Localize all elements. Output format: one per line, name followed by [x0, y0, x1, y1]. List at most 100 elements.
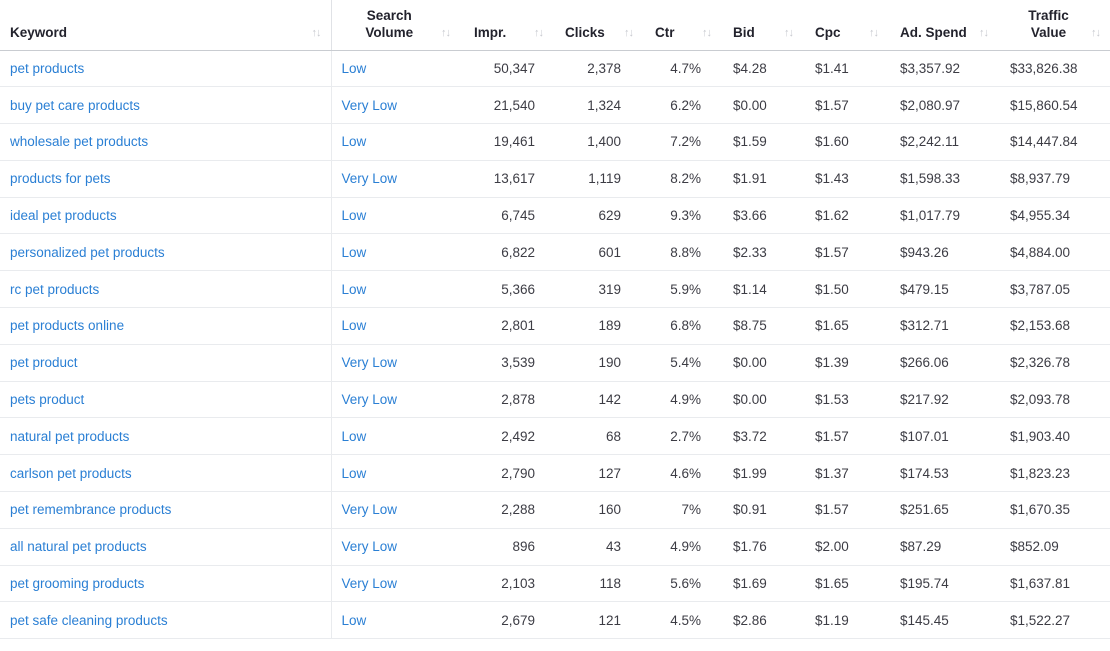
cell-search-volume-text[interactable]: Very Low — [342, 576, 398, 591]
cell-bid: $0.91 — [721, 491, 803, 529]
table-row: buy pet care products Very Low 21,540 1,324… — [0, 86, 1110, 125]
cell-keyword-text[interactable]: wholesale pet products — [10, 134, 148, 149]
column-header-ad-spend[interactable]: Ad. Spend ↑↓ — [888, 0, 998, 51]
cell-ctr: 8.2% — [643, 160, 721, 198]
cell-cpc: $1.53 — [803, 381, 888, 419]
cell-traffic-value: $1,637.81 — [998, 565, 1110, 603]
cell-ctr: 4.9% — [643, 528, 721, 566]
cell-keyword-link: pet grooming products — [0, 565, 332, 603]
table-row: carlson pet products Low 2,790 127 4.6% $1.99… — [0, 454, 1110, 493]
cell-impr: 2,492 — [462, 417, 553, 456]
cell-keyword-text[interactable]: pet remembrance products — [10, 502, 171, 517]
cell-search-volume-text[interactable]: Very Low — [342, 355, 398, 370]
cell-search-volume-text[interactable]: Low — [342, 61, 367, 76]
cell-search-volume-text[interactable]: Low — [342, 134, 367, 149]
cell-keyword-text[interactable]: rc pet products — [10, 282, 99, 297]
cell-clicks: 601 — [553, 233, 643, 272]
cell-clicks-text: 601 — [598, 244, 621, 260]
cell-keyword-link: personalized pet products — [0, 233, 332, 272]
cell-ctr: 4.5% — [643, 601, 721, 640]
cell-cpc: $1.41 — [803, 50, 888, 88]
column-header-ctr[interactable]: Ctr ↑↓ — [643, 0, 721, 51]
cell-keyword-text[interactable]: buy pet care products — [10, 98, 140, 113]
cell-clicks: 68 — [553, 417, 643, 456]
cell-clicks-text: 142 — [598, 392, 621, 408]
cell-search-volume-text[interactable]: Low — [342, 282, 367, 297]
sort-icon[interactable]: ↑↓ — [869, 26, 879, 41]
cell-impr-text: 2,103 — [501, 576, 535, 592]
column-header-keyword[interactable]: Keyword ↑↓ — [0, 0, 332, 51]
sort-icon[interactable]: ↑↓ — [441, 26, 451, 41]
cell-traffic-value-text: $2,093.78 — [1010, 392, 1071, 408]
cell-search-volume-text[interactable]: Very Low — [342, 539, 398, 554]
cell-keyword-text[interactable]: ideal pet products — [10, 208, 117, 223]
table-header-row: Keyword ↑↓ Search Volume ↑↓ Impr. ↑↓ Cli… — [0, 0, 1110, 51]
cell-keyword-text[interactable]: pet grooming products — [10, 576, 144, 591]
cell-keyword-text[interactable]: all natural pet products — [10, 539, 147, 554]
cell-traffic-value: $2,326.78 — [998, 344, 1110, 382]
cell-keyword-text[interactable]: natural pet products — [10, 429, 129, 444]
cell-keyword-text[interactable]: pet products — [10, 61, 84, 76]
cell-traffic-value-text: $852.09 — [1010, 539, 1059, 555]
cell-keyword-text[interactable]: carlson pet products — [10, 466, 132, 481]
cell-search-volume-link: Low — [331, 270, 462, 309]
cell-cpc: $1.37 — [803, 454, 888, 493]
cell-cpc-text: $1.57 — [815, 97, 849, 113]
sort-icon[interactable]: ↑↓ — [979, 26, 989, 41]
cell-ad-spend: $87.29 — [888, 528, 998, 566]
cell-keyword-text[interactable]: pets product — [10, 392, 84, 407]
sort-icon[interactable]: ↑↓ — [702, 26, 712, 41]
cell-bid-text: $3.72 — [733, 428, 767, 444]
column-header-cpc[interactable]: Cpc ↑↓ — [803, 0, 888, 51]
cell-traffic-value-text: $1,637.81 — [1010, 576, 1071, 592]
cell-cpc-text: $1.43 — [815, 171, 849, 187]
cell-search-volume-text[interactable]: Very Low — [342, 98, 398, 113]
column-header-bid[interactable]: Bid ↑↓ — [721, 0, 803, 51]
cell-impr: 19,461 — [462, 123, 553, 161]
sort-icon[interactable]: ↑↓ — [312, 26, 322, 41]
column-header-search-volume[interactable]: Search Volume ↑↓ — [331, 0, 462, 51]
cell-search-volume-link: Very Low — [331, 344, 462, 382]
cell-ctr-text: 9.3% — [670, 208, 701, 224]
sort-icon[interactable]: ↑↓ — [534, 26, 544, 41]
sort-icon[interactable]: ↑↓ — [1091, 26, 1101, 41]
table-row: personalized pet products Low 6,822 601 8.8%… — [0, 233, 1110, 272]
cell-keyword-link: wholesale pet products — [0, 123, 332, 161]
cell-keyword-text[interactable]: personalized pet products — [10, 245, 165, 260]
cell-traffic-value: $1,522.27 — [998, 601, 1110, 640]
column-header-impr[interactable]: Impr. ↑↓ — [462, 0, 553, 51]
cell-traffic-value-text: $14,447.84 — [1010, 134, 1078, 150]
cell-bid: $0.00 — [721, 344, 803, 382]
cell-search-volume-text[interactable]: Low — [342, 208, 367, 223]
cell-search-volume-text[interactable]: Low — [342, 429, 367, 444]
sort-icon[interactable]: ↑↓ — [784, 26, 794, 41]
cell-ad-spend-text: $1,017.79 — [900, 208, 961, 224]
cell-search-volume-text[interactable]: Low — [342, 613, 367, 628]
cell-search-volume-text[interactable]: Very Low — [342, 502, 398, 517]
column-header-impr-label: Impr. — [474, 24, 507, 40]
cell-ad-spend-text: $87.29 — [900, 539, 942, 555]
cell-clicks: 118 — [553, 565, 643, 603]
cell-keyword-text[interactable]: pet product — [10, 355, 78, 370]
cell-bid-text: $1.91 — [733, 171, 767, 187]
table-row: natural pet products Low 2,492 68 2.7% $3.72 $… — [0, 417, 1110, 456]
column-header-search-volume-label: Search Volume — [365, 7, 414, 40]
cell-search-volume-text[interactable]: Low — [342, 318, 367, 333]
cell-keyword-text[interactable]: pet safe cleaning products — [10, 613, 168, 628]
cell-impr: 2,801 — [462, 307, 553, 345]
cell-keyword-text[interactable]: pet products online — [10, 318, 124, 333]
cell-search-volume-text[interactable]: Very Low — [342, 392, 398, 407]
column-header-clicks[interactable]: Clicks ↑↓ — [553, 0, 643, 51]
column-header-traffic-value[interactable]: Traffic Value ↑↓ — [998, 0, 1110, 51]
table-row: pet safe cleaning products Low 2,679 121 4.5… — [0, 601, 1110, 640]
cell-ctr-text: 8.2% — [670, 171, 701, 187]
cell-impr: 6,822 — [462, 233, 553, 272]
column-header-bid-label: Bid — [733, 24, 755, 40]
cell-search-volume-text[interactable]: Very Low — [342, 171, 398, 186]
cell-traffic-value: $4,955.34 — [998, 197, 1110, 235]
cell-keyword-text[interactable]: products for pets — [10, 171, 111, 186]
cell-search-volume-text[interactable]: Low — [342, 466, 367, 481]
cell-search-volume-text[interactable]: Low — [342, 245, 367, 260]
cell-ctr-text: 6.2% — [670, 97, 701, 113]
sort-icon[interactable]: ↑↓ — [624, 26, 634, 41]
